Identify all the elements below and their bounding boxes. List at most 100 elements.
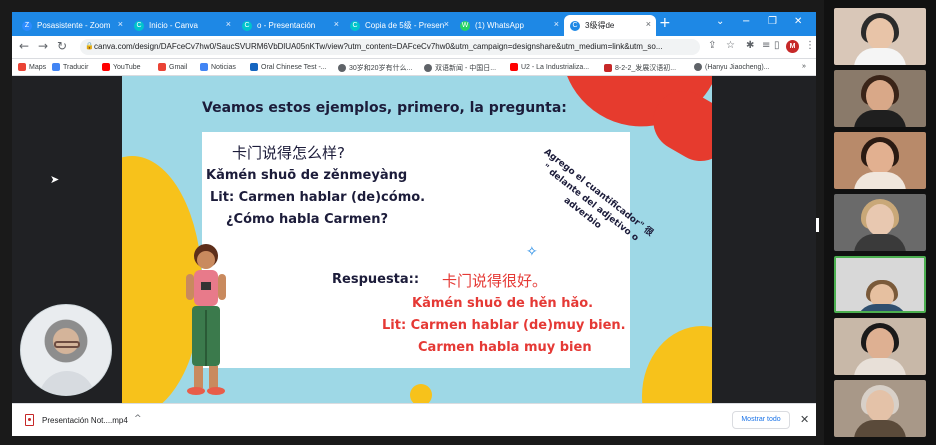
face-shape [866,390,894,422]
minimize-button[interactable]: − [742,16,750,27]
participant-video[interactable] [834,380,926,437]
arm-shape [218,274,226,300]
tab-label: (1) WhatsApp [475,21,524,30]
participant-video-active-speaker[interactable] [834,256,926,313]
close-tab-icon[interactable]: × [118,19,123,29]
body-shape [854,420,906,437]
bookmark-oral-chinese[interactable]: Oral Chinese Test -... [250,63,327,71]
answer-pinyin: Kǎmén shuō de hěn hǎo. [412,296,594,311]
bookmark-traducir[interactable]: Traducir [52,63,88,71]
file-icon [25,414,34,426]
lock-icon: 🔒 [85,43,94,50]
globe-icon [424,64,432,72]
side-panel-icon[interactable]: ▯ [774,40,780,51]
participant-video[interactable] [834,318,926,375]
forward-icon[interactable]: → [38,39,48,53]
question-chinese: 卡门说得怎么样? [232,144,345,162]
bookmark-u2[interactable]: U2 - La Industrializa... [510,63,589,71]
close-download-bar-button[interactable]: ✕ [800,413,809,426]
presentation-slide: Veamos estos ejemplos, primero, la pregu… [122,76,712,403]
address-bar-row: ← → ↻ 🔒 canva.com/design/DAFceCv7hw0/Sau… [12,36,816,59]
share-icon[interactable]: ⇪ [708,40,716,51]
canva-icon: C [350,20,360,31]
participant-video[interactable] [834,194,926,251]
face-shape [866,18,894,50]
profile-avatar[interactable]: M [786,40,799,53]
participant-video[interactable] [834,8,926,65]
face-shape [197,251,215,269]
leg-shape [194,366,203,388]
participant-video[interactable] [834,132,926,189]
participants-strip [824,0,936,445]
question-pinyin: Kǎmén shuō de zěnmeyàng [206,168,408,183]
shoe-shape [187,387,205,395]
bookmark-shuangyu[interactable]: 双语新闻 - 中国日... [424,63,496,73]
news-icon [200,63,208,71]
tab-active[interactable]: C 3级得de × [564,15,656,36]
yellow-blob [642,326,712,403]
tab-copia[interactable]: C Copia de 5级 - Presen × [344,15,454,36]
url-field[interactable]: 🔒 canva.com/design/DAFceCv7hw0/SaucSVURM… [80,39,700,55]
zoom-icon: Z [22,20,32,31]
canva-icon: C [134,20,144,31]
tab-zoom[interactable]: Z Posasistente - Zoom × [16,15,128,36]
url-text: canva.com/design/DAFceCv7hw0/SaucSVURM6V… [94,42,663,51]
globe-icon [338,64,346,72]
phone-shape [201,282,211,290]
tab-label: 3级得de [585,21,615,30]
close-tab-icon[interactable]: × [554,19,559,29]
download-bar: Presentación Not....mp4 ^ Mostrar todo ✕ [12,403,816,436]
bookmark-hanyu[interactable]: (Hanyu Jiaocheng)... [694,63,770,71]
cct-icon [250,63,258,71]
maximize-button[interactable]: ❐ [768,16,777,27]
tab-presentacion[interactable]: C o - Presentación × [236,15,344,36]
download-item[interactable]: Presentación Not....mp4 [42,416,128,425]
bookmark-30sui[interactable]: 30岁和20岁有什么... [338,63,412,73]
bookmark-youtube[interactable]: YouTube [102,63,141,71]
answer-label: Respuesta:: [332,272,420,287]
girl-illustration [186,244,226,395]
extensions-icon[interactable]: ✱ [746,40,754,51]
tab-bar: Z Posasistente - Zoom × C Inicio - Canva… [12,12,816,36]
bookmark-noticias[interactable]: Noticias [200,63,236,71]
close-tab-icon[interactable]: × [334,19,339,29]
reading-list-icon[interactable]: ≡ [762,40,770,51]
zoom-screen-share: Z Posasistente - Zoom × C Inicio - Canva… [0,0,936,445]
close-tab-icon[interactable]: × [444,19,449,29]
face-shape [866,204,894,236]
new-tab-button[interactable]: + [659,15,671,31]
question-literal: Lit: Carmen hablar (de)cómo. [210,190,426,205]
panel-resize-handle[interactable] [816,218,819,232]
close-tab-icon[interactable]: × [226,19,231,29]
tab-whatsapp[interactable]: W (1) WhatsApp × [454,15,564,36]
maps-icon [18,63,26,71]
chevron-up-icon[interactable]: ^ [134,414,142,424]
participant-video[interactable] [834,70,926,127]
bookmark-maps[interactable]: Maps [18,63,46,71]
show-all-button[interactable]: Mostrar todo [732,411,790,429]
reload-icon[interactable]: ↻ [57,39,67,53]
tab-label: Inicio - Canva [149,21,198,30]
tab-search-icon[interactable]: ⌄ [716,16,724,27]
tab-label: o - Presentación [257,21,316,30]
bookmark-gmail[interactable]: Gmail [158,63,187,71]
tab-canva-inicio[interactable]: C Inicio - Canva × [128,15,236,36]
bookmarks-overflow[interactable]: » [802,63,806,70]
body-shape [854,48,906,65]
menu-icon[interactable]: ⋮ [805,40,815,51]
globe-icon [694,63,702,71]
answer-spanish: Carmen habla muy bien [418,340,592,355]
close-window-button[interactable]: ✕ [794,16,802,27]
self-video-thumbnail[interactable] [20,304,112,396]
back-icon[interactable]: ← [19,39,29,53]
bookmark-star-icon[interactable]: ☆ [726,40,735,51]
mouse-cursor-icon: ➤ [50,173,60,186]
body-shape [854,358,906,375]
browser-window: Z Posasistente - Zoom × C Inicio - Canva… [12,12,816,436]
bookmark-fazhan[interactable]: 8-2-2_发展汉语初... [604,63,676,73]
slide-heading: Veamos estos ejemplos, primero, la pregu… [202,100,567,116]
body-shape [854,172,906,189]
close-tab-icon[interactable]: × [646,19,651,29]
youtube-icon [510,63,518,71]
tab-label: Posasistente - Zoom [37,21,111,30]
